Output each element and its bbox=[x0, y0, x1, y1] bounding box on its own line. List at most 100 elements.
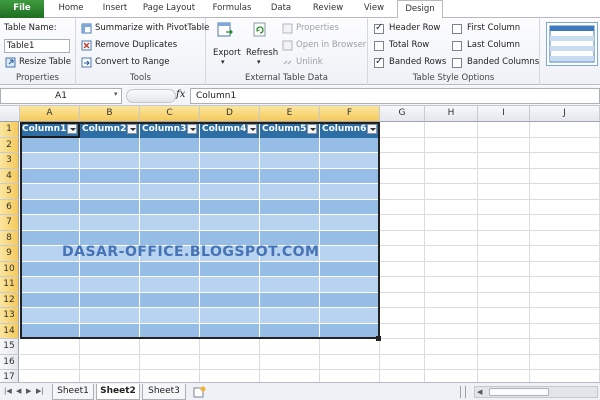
table-cell[interactable] bbox=[140, 184, 200, 200]
grid-cell[interactable] bbox=[380, 122, 425, 138]
table-cell[interactable] bbox=[20, 137, 80, 153]
table-header-cell[interactable]: Column1 bbox=[20, 122, 80, 138]
row-header-11[interactable]: 11 bbox=[0, 277, 19, 293]
table-cell[interactable] bbox=[80, 199, 140, 215]
row-header-1[interactable]: 1 bbox=[0, 122, 19, 138]
grid-cell[interactable] bbox=[425, 354, 478, 370]
grid-cell[interactable] bbox=[320, 354, 380, 370]
filter-dropdown-icon[interactable] bbox=[307, 124, 317, 134]
tab-data[interactable]: Data bbox=[268, 0, 294, 18]
table-cell[interactable] bbox=[140, 168, 200, 184]
grid-cell[interactable] bbox=[478, 122, 530, 138]
table-cell[interactable] bbox=[260, 292, 320, 308]
table-cell[interactable] bbox=[200, 215, 260, 231]
grid-cell[interactable] bbox=[530, 122, 600, 138]
table-header-cell[interactable]: Column4 bbox=[200, 122, 260, 138]
table-style-gallery[interactable] bbox=[546, 22, 598, 66]
row-header-5[interactable]: 5 bbox=[0, 184, 19, 200]
grid-cell[interactable] bbox=[380, 339, 425, 355]
column-header-b[interactable]: B bbox=[80, 106, 140, 122]
table-cell[interactable] bbox=[140, 137, 200, 153]
table-cell[interactable] bbox=[320, 323, 380, 339]
row-header-2[interactable]: 2 bbox=[0, 137, 19, 153]
table-cell[interactable] bbox=[200, 184, 260, 200]
first-column-checkbox[interactable] bbox=[452, 24, 462, 34]
formula-input[interactable]: Column1 bbox=[190, 88, 600, 104]
banded-columns-checkbox[interactable] bbox=[452, 58, 462, 68]
table-cell[interactable] bbox=[140, 308, 200, 324]
grid-cell[interactable] bbox=[140, 339, 200, 355]
grid-cell[interactable] bbox=[140, 354, 200, 370]
scroll-left-icon[interactable]: ◀ bbox=[477, 388, 482, 396]
grid-cell[interactable] bbox=[425, 137, 478, 153]
grid-cell[interactable] bbox=[200, 339, 260, 355]
table-cell[interactable] bbox=[200, 168, 260, 184]
grid-cell[interactable] bbox=[530, 261, 600, 277]
table-cell[interactable] bbox=[260, 261, 320, 277]
table-cell[interactable] bbox=[320, 277, 380, 293]
grid-cell[interactable] bbox=[425, 308, 478, 324]
table-cell[interactable] bbox=[140, 261, 200, 277]
unlink-button[interactable]: Unlink bbox=[296, 57, 323, 67]
table-header-cell[interactable]: Column3 bbox=[140, 122, 200, 138]
table-cell[interactable] bbox=[20, 215, 80, 231]
sheet-tab-sheet1[interactable]: Sheet1 bbox=[52, 384, 94, 400]
grid-cell[interactable] bbox=[478, 354, 530, 370]
table-cell[interactable] bbox=[260, 215, 320, 231]
grid-cell[interactable] bbox=[478, 277, 530, 293]
table-cell[interactable] bbox=[200, 277, 260, 293]
grid-cell[interactable] bbox=[425, 184, 478, 200]
table-cell[interactable] bbox=[200, 153, 260, 169]
tab-file[interactable]: File bbox=[0, 0, 44, 18]
grid-cell[interactable] bbox=[478, 137, 530, 153]
table-cell[interactable] bbox=[260, 277, 320, 293]
filter-dropdown-icon[interactable] bbox=[187, 124, 197, 134]
refresh-button[interactable]: Refresh bbox=[246, 48, 278, 58]
grid-cell[interactable] bbox=[478, 230, 530, 246]
column-header-h[interactable]: H bbox=[425, 106, 478, 122]
refresh-dropdown-icon[interactable]: ▾ bbox=[257, 58, 261, 66]
grid-cell[interactable] bbox=[20, 354, 80, 370]
grid-cell[interactable] bbox=[425, 215, 478, 231]
scrollbar-thumb[interactable] bbox=[489, 388, 549, 396]
filter-dropdown-icon[interactable] bbox=[247, 124, 257, 134]
table-cell[interactable] bbox=[140, 199, 200, 215]
table-name-input[interactable]: Table1 bbox=[4, 39, 70, 53]
grid-cell[interactable] bbox=[80, 354, 140, 370]
table-header-cell[interactable]: Column2 bbox=[80, 122, 140, 138]
grid-cell[interactable] bbox=[200, 354, 260, 370]
grid-cell[interactable] bbox=[380, 246, 425, 262]
grid-cell[interactable] bbox=[478, 308, 530, 324]
column-header-a[interactable]: A bbox=[20, 106, 80, 122]
grid-cell[interactable] bbox=[380, 184, 425, 200]
grid-cell[interactable] bbox=[530, 184, 600, 200]
grid-cell[interactable] bbox=[380, 277, 425, 293]
table-cell[interactable] bbox=[140, 153, 200, 169]
table-cell[interactable] bbox=[200, 137, 260, 153]
tab-review[interactable]: Review bbox=[310, 0, 346, 18]
table-cell[interactable] bbox=[80, 261, 140, 277]
table-cell[interactable] bbox=[320, 261, 380, 277]
grid-cell[interactable] bbox=[478, 153, 530, 169]
table-cell[interactable] bbox=[20, 184, 80, 200]
grid-cell[interactable] bbox=[478, 184, 530, 200]
grid-cell[interactable] bbox=[425, 277, 478, 293]
table-cell[interactable] bbox=[320, 246, 380, 262]
grid-cell[interactable] bbox=[380, 308, 425, 324]
insert-sheet-icon[interactable] bbox=[193, 386, 206, 398]
total-row-checkbox[interactable] bbox=[374, 41, 384, 51]
grid-cell[interactable] bbox=[80, 339, 140, 355]
table-header-cell[interactable]: Column6 bbox=[320, 122, 380, 138]
grid-cell[interactable] bbox=[425, 339, 478, 355]
grid-cell[interactable] bbox=[425, 292, 478, 308]
grid-cell[interactable] bbox=[380, 153, 425, 169]
last-column-checkbox[interactable] bbox=[452, 41, 462, 51]
grid-cell[interactable] bbox=[380, 261, 425, 277]
column-header-d[interactable]: D bbox=[200, 106, 260, 122]
row-header-15[interactable]: 15 bbox=[0, 339, 19, 355]
first-sheet-icon[interactable]: |◀ bbox=[4, 387, 12, 395]
table-cell[interactable] bbox=[140, 292, 200, 308]
tab-view[interactable]: View bbox=[360, 0, 388, 18]
filter-dropdown-icon[interactable] bbox=[127, 124, 137, 134]
table-cell[interactable] bbox=[80, 137, 140, 153]
